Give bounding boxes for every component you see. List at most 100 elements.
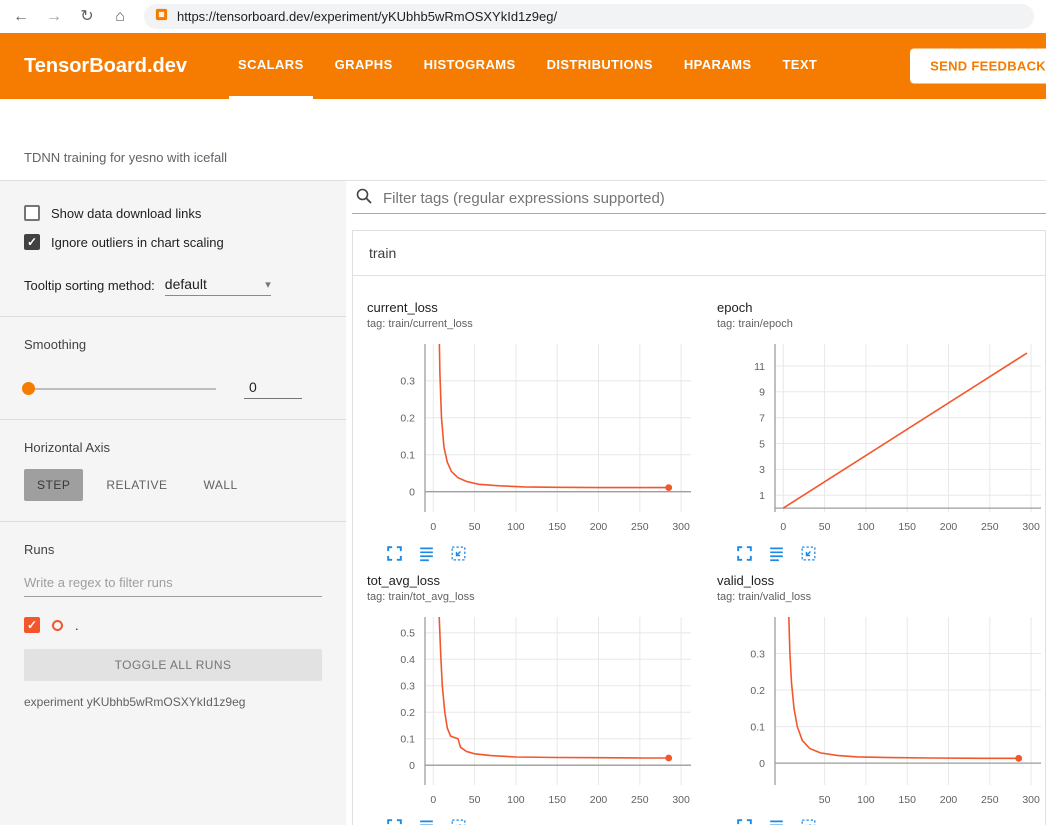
toggle-all-runs-button[interactable]: TOGGLE ALL RUNS xyxy=(24,649,322,681)
runs-label: Runs xyxy=(24,542,322,557)
chart-title: tot_avg_loss xyxy=(367,573,703,588)
smoothing-slider[interactable] xyxy=(24,388,216,390)
tooltip-sorting-row: Tooltip sorting method: default ▾ xyxy=(24,274,322,296)
tooltip-sorting-select[interactable]: default ▾ xyxy=(165,274,271,296)
smoothing-slider-row: 0 xyxy=(24,378,322,399)
charts-grid: current_loss tag: train/current_loss 00.… xyxy=(353,276,1045,825)
log-scale-icon[interactable] xyxy=(767,817,786,825)
train-group-card: train current_loss tag: train/current_lo… xyxy=(352,230,1046,825)
chart-tot-avg-loss: tot_avg_loss tag: train/tot_avg_loss 0 0.… xyxy=(353,573,703,825)
chart-valid-loss: valid_loss tag: train/valid_loss 00.10.2… xyxy=(703,573,1046,825)
log-scale-icon[interactable] xyxy=(417,817,436,825)
run-row: . xyxy=(24,617,322,633)
chart-title: epoch xyxy=(717,300,1046,315)
svg-text:300: 300 xyxy=(1022,521,1040,533)
chart-tag: tag: train/valid_loss xyxy=(717,591,1046,603)
chart-epoch: epoch tag: train/epoch 13579110501001502… xyxy=(703,300,1046,563)
tab-hparams[interactable]: HPARAMS xyxy=(675,33,761,99)
send-feedback-button[interactable]: SEND FEEDBACK xyxy=(910,49,1046,84)
runs-filter-input[interactable] xyxy=(24,571,322,597)
tab-graphs[interactable]: GRAPHS xyxy=(326,33,402,99)
chart-current-loss: current_loss tag: train/current_loss 00.… xyxy=(353,300,703,563)
fit-domain-icon[interactable] xyxy=(449,817,468,825)
show-download-links-row: Show data download links xyxy=(24,205,322,221)
fit-domain-icon[interactable] xyxy=(799,544,818,563)
back-icon[interactable]: ← xyxy=(12,9,30,25)
brand-logo[interactable]: TensorBoard.dev xyxy=(24,55,187,78)
search-icon xyxy=(355,187,373,210)
expand-chart-icon[interactable] xyxy=(735,817,754,825)
smoothing-label: Smoothing xyxy=(24,337,322,352)
expand-chart-icon[interactable] xyxy=(735,544,754,563)
axis-step-button[interactable]: STEP xyxy=(24,469,83,501)
svg-text:5: 5 xyxy=(759,438,765,450)
axis-wall-button[interactable]: WALL xyxy=(190,469,250,501)
tab-histograms[interactable]: HISTOGRAMS xyxy=(415,33,525,99)
experiment-description: TDNN training for yesno with icefall xyxy=(24,150,227,165)
svg-text:0: 0 xyxy=(759,758,765,770)
group-header-train[interactable]: train xyxy=(353,231,1045,276)
line-chart-epoch[interactable]: 1357911050100150200250300 xyxy=(717,338,1046,542)
smoothing-value-input[interactable]: 0 xyxy=(244,378,302,399)
svg-text:300: 300 xyxy=(672,521,690,533)
fit-domain-icon[interactable] xyxy=(449,544,468,563)
reload-icon[interactable]: ↻ xyxy=(78,9,96,25)
svg-text:200: 200 xyxy=(940,794,958,806)
settings-sidebar: Show data download links Ignore outliers… xyxy=(0,181,346,825)
line-chart-valid-loss[interactable]: 00.10.20.350100150200250300 xyxy=(717,611,1046,815)
svg-text:0: 0 xyxy=(409,487,415,499)
svg-text:7: 7 xyxy=(759,413,765,425)
fit-domain-icon[interactable] xyxy=(799,817,818,825)
tag-filter-row xyxy=(352,184,1046,214)
svg-text:50: 50 xyxy=(469,794,481,806)
expand-chart-icon[interactable] xyxy=(385,544,404,563)
svg-text:200: 200 xyxy=(590,521,608,533)
svg-text:250: 250 xyxy=(631,521,649,533)
tab-scalars[interactable]: SCALARS xyxy=(229,33,313,99)
svg-text:0: 0 xyxy=(430,794,436,806)
svg-text:11: 11 xyxy=(754,361,765,373)
svg-text:3: 3 xyxy=(759,464,765,476)
svg-text:50: 50 xyxy=(819,794,831,806)
experiment-subtitle-bar: TDNN training for yesno with icefall xyxy=(0,99,1046,180)
svg-text:50: 50 xyxy=(469,521,481,533)
tab-text[interactable]: TEXT xyxy=(773,33,826,99)
home-icon[interactable]: ⌂ xyxy=(111,9,129,25)
address-url[interactable]: https://tensorboard.dev/experiment/yKUbh… xyxy=(177,9,557,24)
ignore-outliers-checkbox[interactable] xyxy=(24,234,40,250)
horizontal-axis-buttons: STEP RELATIVE WALL xyxy=(24,469,322,501)
chart-toolbar xyxy=(385,544,703,563)
smoothing-slider-thumb[interactable] xyxy=(22,382,35,395)
tag-filter-input[interactable] xyxy=(383,190,1046,207)
forward-icon[interactable]: → xyxy=(45,9,63,25)
run-checkbox[interactable] xyxy=(24,617,40,633)
svg-text:100: 100 xyxy=(507,521,525,533)
svg-text:100: 100 xyxy=(857,794,875,806)
chart-toolbar xyxy=(735,544,1046,563)
svg-text:300: 300 xyxy=(1022,794,1040,806)
main-nav: SCALARS GRAPHS HISTOGRAMS DISTRIBUTIONS … xyxy=(229,33,839,99)
chart-toolbar xyxy=(385,817,703,825)
dashboard-main: train current_loss tag: train/current_lo… xyxy=(346,181,1046,825)
line-chart-tot-avg-loss[interactable]: 00.10.20.30.40.5050100150200250300 xyxy=(367,611,703,815)
chart-tag: tag: train/tot_avg_loss xyxy=(367,591,703,603)
svg-text:0: 0 xyxy=(430,521,436,533)
chart-title: current_loss xyxy=(367,300,703,315)
axis-relative-button[interactable]: RELATIVE xyxy=(93,469,180,501)
expand-chart-icon[interactable] xyxy=(385,817,404,825)
svg-text:0.3: 0.3 xyxy=(400,376,415,388)
svg-text:150: 150 xyxy=(548,794,566,806)
show-download-links-checkbox[interactable] xyxy=(24,205,40,221)
svg-text:150: 150 xyxy=(898,521,916,533)
address-bar[interactable]: https://tensorboard.dev/experiment/yKUbh… xyxy=(144,4,1034,29)
ignore-outliers-row: Ignore outliers in chart scaling xyxy=(24,234,322,250)
log-scale-icon[interactable] xyxy=(767,544,786,563)
tab-distributions[interactable]: DISTRIBUTIONS xyxy=(538,33,662,99)
svg-text:200: 200 xyxy=(590,794,608,806)
log-scale-icon[interactable] xyxy=(417,544,436,563)
svg-text:0.2: 0.2 xyxy=(400,707,415,719)
line-chart-current-loss[interactable]: 00.10.20.3050100150200250300 xyxy=(367,338,703,542)
svg-text:250: 250 xyxy=(981,521,999,533)
svg-text:0.2: 0.2 xyxy=(750,685,765,697)
ignore-outliers-label: Ignore outliers in chart scaling xyxy=(51,235,224,250)
